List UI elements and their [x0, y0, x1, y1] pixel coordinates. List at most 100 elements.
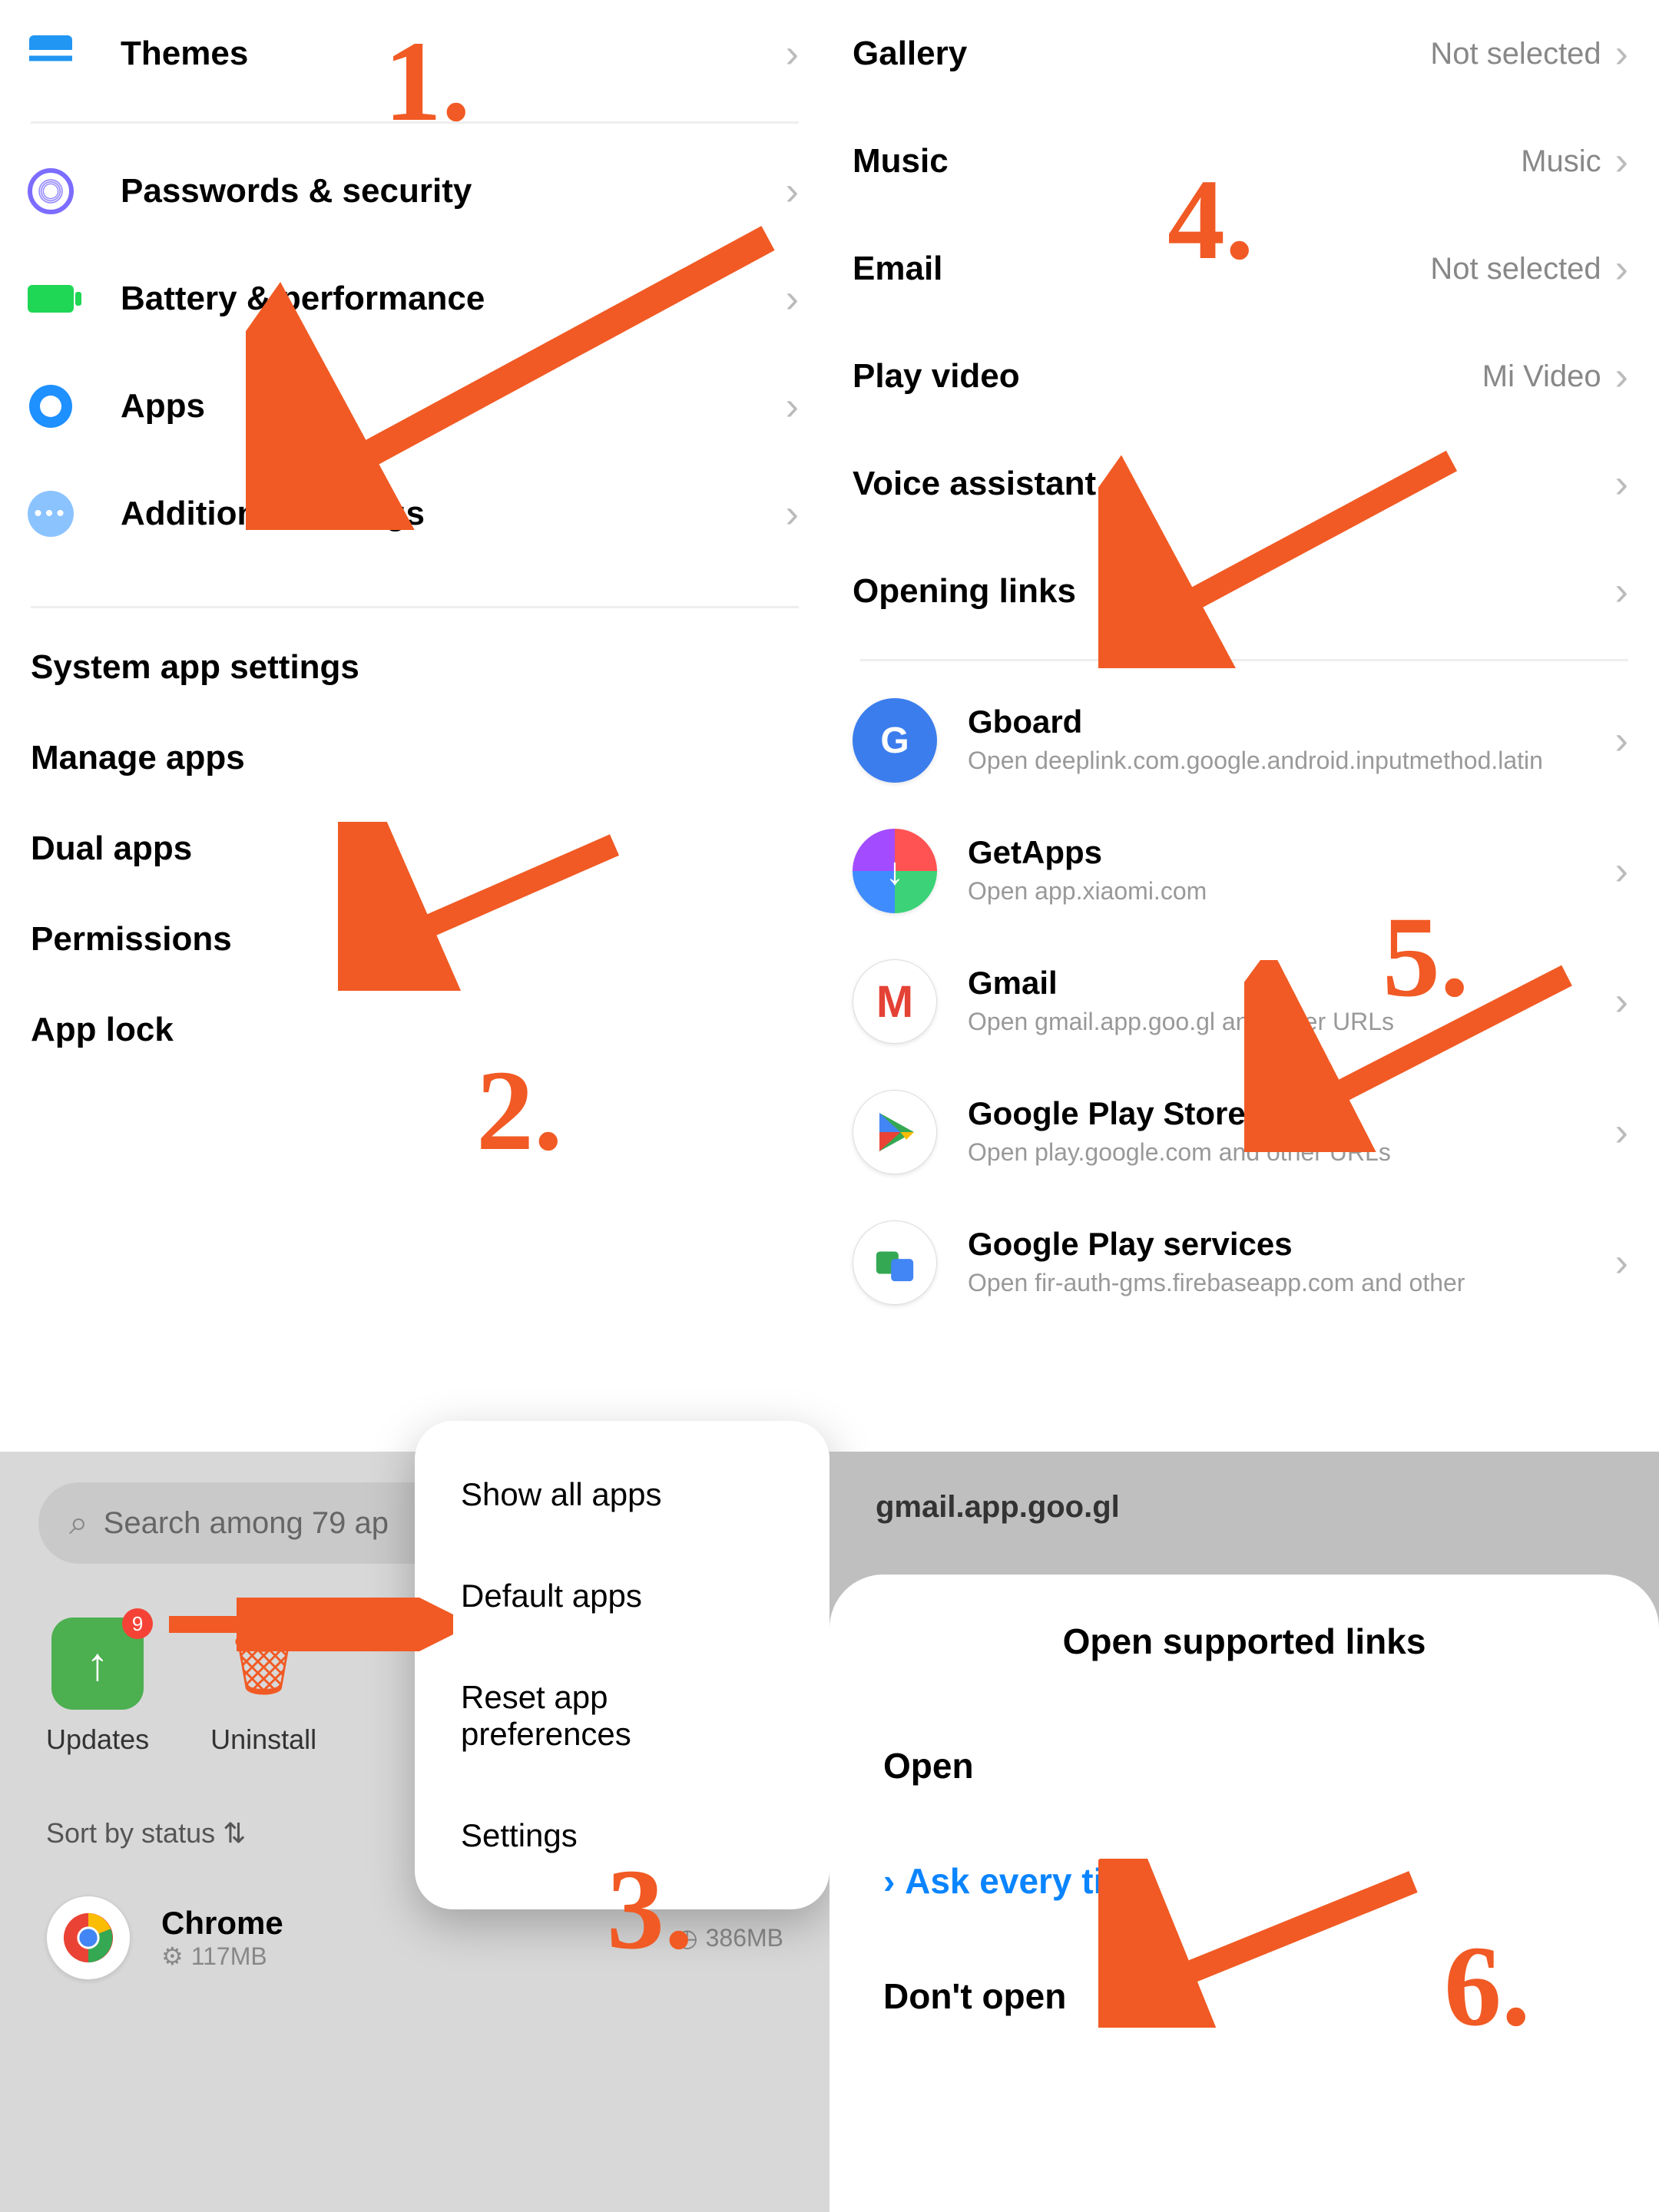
app-title: Gmail — [968, 965, 1615, 1002]
gmail-icon: M — [853, 959, 937, 1044]
label-voice: Voice assistant — [853, 465, 1615, 503]
bottom-sheet: Open supported links Open Ask every time… — [830, 1575, 1659, 2212]
label-passwords: Passwords & security — [121, 172, 786, 210]
row-battery[interactable]: Battery & performance › — [0, 245, 830, 353]
chevron-right-icon: › — [1615, 979, 1628, 1025]
menu-settings[interactable]: Settings — [415, 1785, 830, 1886]
getapps-icon: ↓ — [853, 829, 937, 913]
value-music: Music — [1521, 144, 1601, 179]
row-app-lock[interactable]: App lock — [0, 985, 830, 1075]
app-title: Gboard — [968, 704, 1615, 740]
row-play-video[interactable]: Play video Mi Video › — [830, 323, 1659, 430]
row-passwords[interactable]: Passwords & security › — [0, 137, 830, 245]
uninstall-label: Uninstall — [210, 1724, 316, 1756]
chrome-data: 386MB — [706, 1924, 783, 1952]
row-gallery[interactable]: Gallery Not selected › — [830, 0, 1659, 108]
app-sub: Open play.google.com and other URLs — [968, 1137, 1615, 1169]
chevron-right-icon: › — [1615, 717, 1628, 763]
option-dont-open[interactable]: Don't open — [883, 1939, 1605, 2054]
row-voice-assistant[interactable]: Voice assistant › — [830, 430, 1659, 538]
panel-manage-apps: ⌕ Search among 79 ap ↑ 9 Updates 🗑 Unins… — [0, 1452, 830, 2212]
app-gmail[interactable]: M Gmail Open gmail.app.goo.gl and other … — [830, 936, 1659, 1067]
value-gallery: Not selected — [1430, 37, 1601, 71]
app-play-store[interactable]: Google Play Store Open play.google.com a… — [830, 1067, 1659, 1197]
search-icon: ⌕ — [69, 1504, 88, 1542]
dots-icon: ••• — [23, 486, 78, 541]
row-music[interactable]: Music Music › — [830, 108, 1659, 215]
app-title: Google Play Store — [968, 1095, 1615, 1132]
chevron-right-icon: › — [1615, 568, 1628, 614]
chevron-right-icon: › — [1615, 1109, 1628, 1155]
label-play-video: Play video — [853, 357, 1482, 396]
row-manage-apps[interactable]: Manage apps — [0, 713, 830, 803]
label-themes: Themes — [121, 35, 786, 73]
option-ask-every-time[interactable]: Ask every time — [883, 1823, 1605, 1939]
updates-button[interactable]: ↑ 9 Updates — [46, 1618, 149, 1756]
play-services-icon — [853, 1220, 937, 1305]
chevron-right-icon: › — [786, 383, 799, 429]
divider — [31, 121, 799, 124]
gear-icon — [23, 379, 78, 434]
app-sub: Open fir-auth-gms.firebaseapp.com and ot… — [968, 1267, 1615, 1300]
sheet-title: Open supported links — [883, 1621, 1605, 1662]
trash-icon: 🗑 — [217, 1618, 310, 1710]
chevron-right-icon: › — [1615, 246, 1628, 292]
chrome-icon — [46, 1896, 131, 1980]
app-sub: Open deeplink.com.google.android.inputme… — [968, 745, 1615, 777]
value-play-video: Mi Video — [1482, 359, 1601, 394]
chevron-right-icon: › — [1615, 31, 1628, 77]
app-title: Google Play services — [968, 1226, 1615, 1263]
chevron-right-icon: › — [1615, 1240, 1628, 1286]
label-music: Music — [853, 142, 1521, 180]
divider — [860, 659, 1628, 661]
app-sub: Open gmail.app.goo.gl and other URLs — [968, 1006, 1615, 1038]
row-system-app-settings[interactable]: System app settings — [0, 622, 830, 713]
label-battery: Battery & performance — [121, 280, 786, 318]
chrome-storage: 117MB — [191, 1942, 267, 1971]
value-email: Not selected — [1430, 252, 1601, 286]
label-gallery: Gallery — [853, 35, 1430, 73]
menu-show-all-apps[interactable]: Show all apps — [415, 1444, 830, 1545]
app-getapps[interactable]: ↓ GetApps Open app.xiaomi.com › — [830, 806, 1659, 936]
menu-reset-preferences[interactable]: Reset app preferences — [415, 1647, 830, 1785]
divider — [31, 606, 799, 608]
play-store-icon — [853, 1090, 937, 1174]
label-opening-links: Opening links — [853, 572, 1615, 611]
sort-icon: ⇅ — [223, 1817, 246, 1849]
row-opening-links[interactable]: Opening links › — [830, 538, 1659, 645]
gboard-icon: G — [853, 698, 937, 783]
app-play-services[interactable]: Google Play services Open fir-auth-gms.f… — [830, 1197, 1659, 1328]
app-sub: Open app.xiaomi.com — [968, 876, 1615, 908]
option-open[interactable]: Open — [883, 1708, 1605, 1823]
label-apps: Apps — [121, 387, 786, 426]
row-additional[interactable]: ••• Additional settings › — [0, 460, 830, 568]
menu-default-apps[interactable]: Default apps — [415, 1545, 830, 1647]
chevron-right-icon: › — [1615, 353, 1628, 399]
chevron-right-icon: › — [786, 276, 799, 322]
domain-label: gmail.app.goo.gl — [830, 1452, 1659, 1563]
search-placeholder: Search among 79 ap — [104, 1506, 389, 1541]
storage-icon: ⚙ — [161, 1942, 184, 1971]
overflow-menu: Show all apps Default apps Reset app pre… — [415, 1421, 830, 1909]
row-permissions[interactable]: Permissions — [0, 894, 830, 985]
label-additional: Additional settings — [121, 495, 786, 533]
updates-badge: 9 — [122, 1608, 153, 1639]
row-themes[interactable]: Themes › — [0, 0, 830, 108]
app-gboard[interactable]: G Gboard Open deeplink.com.google.androi… — [830, 675, 1659, 806]
label-email: Email — [853, 250, 1430, 288]
app-title: GetApps — [968, 834, 1615, 871]
data-icon: ◷ — [677, 1923, 698, 1952]
row-email[interactable]: Email Not selected › — [830, 215, 1659, 323]
updates-icon: ↑ 9 — [51, 1618, 144, 1710]
row-dual-apps[interactable]: Dual apps — [0, 803, 830, 894]
themes-icon — [23, 26, 78, 81]
uninstall-button[interactable]: 🗑 Uninstall — [210, 1618, 316, 1756]
updates-label: Updates — [46, 1724, 149, 1756]
fingerprint-icon — [23, 164, 78, 219]
battery-icon — [23, 271, 78, 326]
chrome-name: Chrome — [161, 1905, 677, 1942]
row-apps[interactable]: Apps › — [0, 353, 830, 460]
chevron-right-icon: › — [1615, 138, 1628, 184]
chevron-right-icon: › — [786, 491, 799, 537]
chevron-right-icon: › — [786, 31, 799, 77]
